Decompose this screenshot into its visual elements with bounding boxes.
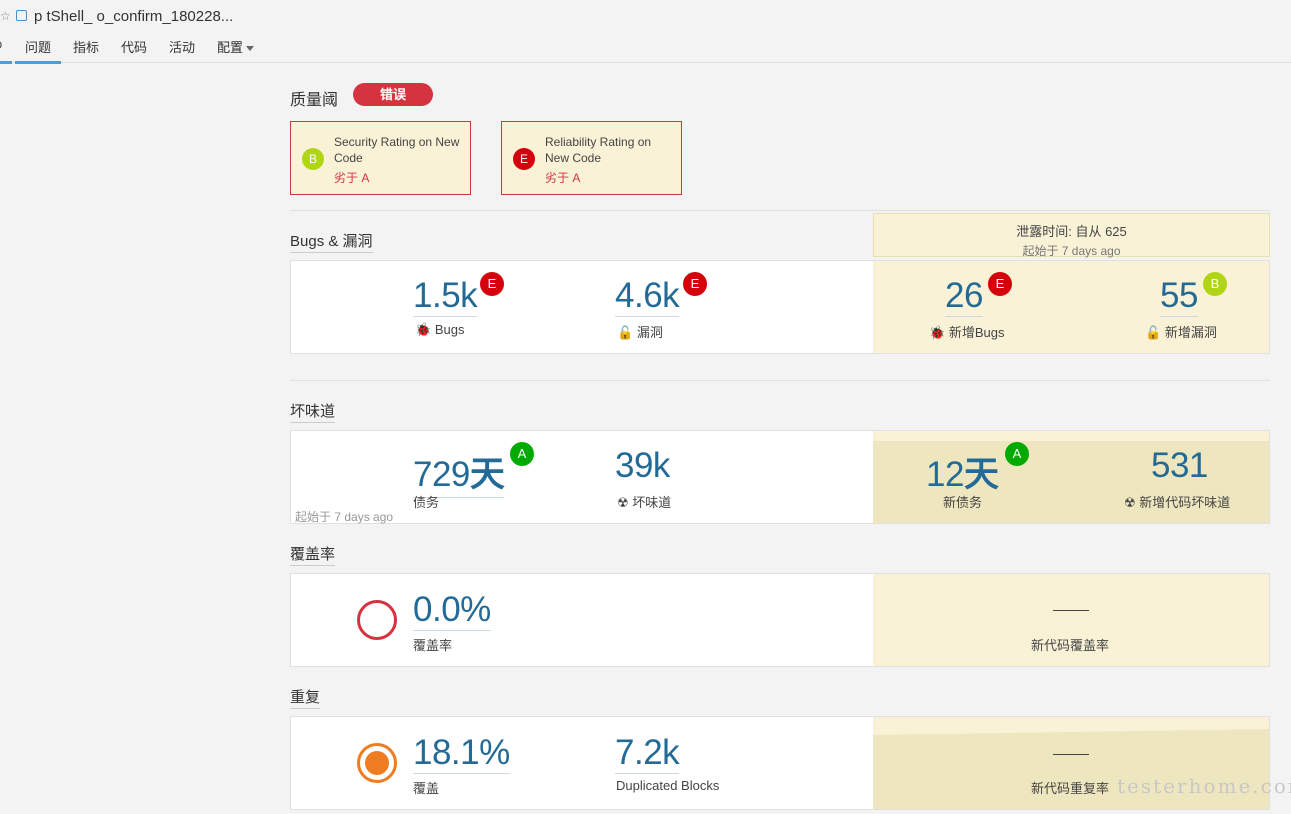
new-code-smells-label: ☢ 新增代码坏味道 xyxy=(1124,492,1230,511)
leak-period-label: 泄露时间: 自从 625 xyxy=(1016,224,1127,239)
leak-period-since: 起始于 7 days ago xyxy=(1022,244,1121,258)
divider xyxy=(290,380,1270,381)
leak-period-header: 泄露时间: 自从 625 起始于 7 days ago xyxy=(873,213,1270,258)
nav-tab-measures[interactable]: 指标 xyxy=(73,37,99,61)
coverage-donut-icon xyxy=(357,600,397,640)
bugs-count[interactable]: 1.5k xyxy=(413,276,478,317)
nav-tab-overview[interactable]: ⊕ xyxy=(0,37,12,64)
duplications-value[interactable]: 18.1% xyxy=(413,733,510,774)
technical-debt-label: 债务 xyxy=(413,495,440,510)
bugs-rating-badge[interactable]: E xyxy=(480,272,504,296)
project-icon xyxy=(16,10,27,21)
debt-unit: 天 xyxy=(469,455,505,494)
project-title[interactable]: p tShell_ o_confirm_180228... xyxy=(34,8,233,25)
debt-number: 729 xyxy=(413,455,470,494)
new-maintainability-rating-badge[interactable]: A xyxy=(1005,442,1029,466)
nav-tab-administration[interactable]: 配置 xyxy=(217,37,255,61)
star-icon[interactable]: ☆ xyxy=(0,9,11,23)
code-smells-count[interactable]: 39k xyxy=(615,446,670,486)
code-smells-label: ☢ 坏味道 xyxy=(617,492,671,511)
new-duplications-empty-dash xyxy=(1053,754,1089,755)
new-vulnerabilities-count[interactable]: 55 xyxy=(1160,276,1198,317)
watermark: testerhome.com xyxy=(1117,774,1291,798)
duplications-label: 覆盖 xyxy=(413,781,440,796)
nav-tab-activity[interactable]: 活动 xyxy=(169,37,195,61)
rating-badge: E xyxy=(513,148,535,170)
lock-icon: 🔓 xyxy=(617,325,634,340)
vulnerabilities-count[interactable]: 4.6k xyxy=(615,276,680,317)
new-vulnerabilities-label-text: 新增漏洞 xyxy=(1164,325,1217,340)
new-bugs-label-text: 新增Bugs xyxy=(948,325,1005,340)
duplicated-blocks-label: Duplicated Blocks xyxy=(616,778,720,793)
rating-badge: B xyxy=(302,148,324,170)
new-bugs-rating-badge[interactable]: E xyxy=(988,272,1012,296)
new-coverage-empty-dash xyxy=(1053,610,1089,611)
bugs-label-text: Bugs xyxy=(434,322,465,337)
new-bugs-count[interactable]: 26 xyxy=(945,276,983,317)
new-debt-number: 12 xyxy=(926,455,964,494)
quality-gate-status-badge: 错误 xyxy=(353,83,433,106)
coverage-label: 覆盖率 xyxy=(413,638,453,653)
chevron-down-icon xyxy=(246,46,255,52)
section-title-code-smells: 坏味道 xyxy=(290,400,336,423)
section-title-bugs: Bugs & 漏洞 xyxy=(290,230,373,253)
bug-icon: 🐞 xyxy=(929,325,946,340)
quality-gate-condition[interactable]: E Reliability Rating on New Code 劣于 A xyxy=(501,121,682,195)
new-vulnerabilities-rating-badge[interactable]: B xyxy=(1203,272,1227,296)
vulnerabilities-label: 🔓 漏洞 xyxy=(617,322,663,341)
maintainability-rating-badge[interactable]: A xyxy=(510,442,534,466)
new-code-smells-label-text: 新增代码坏味道 xyxy=(1139,495,1231,510)
new-bugs-label: 🐞 新增Bugs xyxy=(929,322,1004,341)
condition-detail: 劣于 A xyxy=(545,171,581,185)
section-title-duplications: 重复 xyxy=(290,686,321,709)
new-debt-unit: 天 xyxy=(963,455,999,494)
nav-tab-issues[interactable]: 问题 xyxy=(15,37,61,64)
condition-metric: Reliability Rating on New Code xyxy=(545,135,652,165)
duplications-bubble-fill xyxy=(365,751,389,775)
vulnerabilities-label-text: 漏洞 xyxy=(636,325,663,340)
quality-gate-condition[interactable]: B Security Rating on New Code 劣于 A xyxy=(290,121,471,195)
coverage-value[interactable]: 0.0% xyxy=(413,590,491,631)
radiation-icon: ☢ xyxy=(617,495,629,510)
bug-icon: 🐞 xyxy=(415,322,432,337)
lock-icon: 🔓 xyxy=(1145,325,1162,340)
vulnerabilities-rating-badge[interactable]: E xyxy=(683,272,707,296)
nav-admin-label: 配置 xyxy=(217,40,244,55)
new-technical-debt-value[interactable]: 12天 xyxy=(926,446,999,497)
condition-detail: 劣于 A xyxy=(334,171,370,185)
quality-gate-label: 质量阈 xyxy=(290,92,339,109)
new-vulnerabilities-label: 🔓 新增漏洞 xyxy=(1145,322,1217,341)
radiation-icon: ☢ xyxy=(1124,495,1136,510)
new-duplications-label: 新代码重复率 xyxy=(1031,781,1110,796)
code-smells-label-text: 坏味道 xyxy=(632,495,672,510)
new-coverage-label: 新代码覆盖率 xyxy=(1031,638,1110,653)
new-code-smells-count[interactable]: 531 xyxy=(1151,446,1208,486)
nav-tab-code[interactable]: 代码 xyxy=(121,37,147,61)
condition-metric: Security Rating on New Code xyxy=(334,135,460,165)
divider xyxy=(290,210,1270,211)
section-title-coverage: 覆盖率 xyxy=(290,543,336,566)
technical-debt-value[interactable]: 729天 xyxy=(413,446,505,498)
code-smells-leak-edge xyxy=(873,431,1269,441)
code-smells-since: 起始于 7 days ago xyxy=(295,510,394,524)
bugs-label: 🐞 Bugs xyxy=(415,322,464,338)
new-technical-debt-label: 新债务 xyxy=(943,495,983,510)
duplicated-blocks-count[interactable]: 7.2k xyxy=(615,733,680,774)
